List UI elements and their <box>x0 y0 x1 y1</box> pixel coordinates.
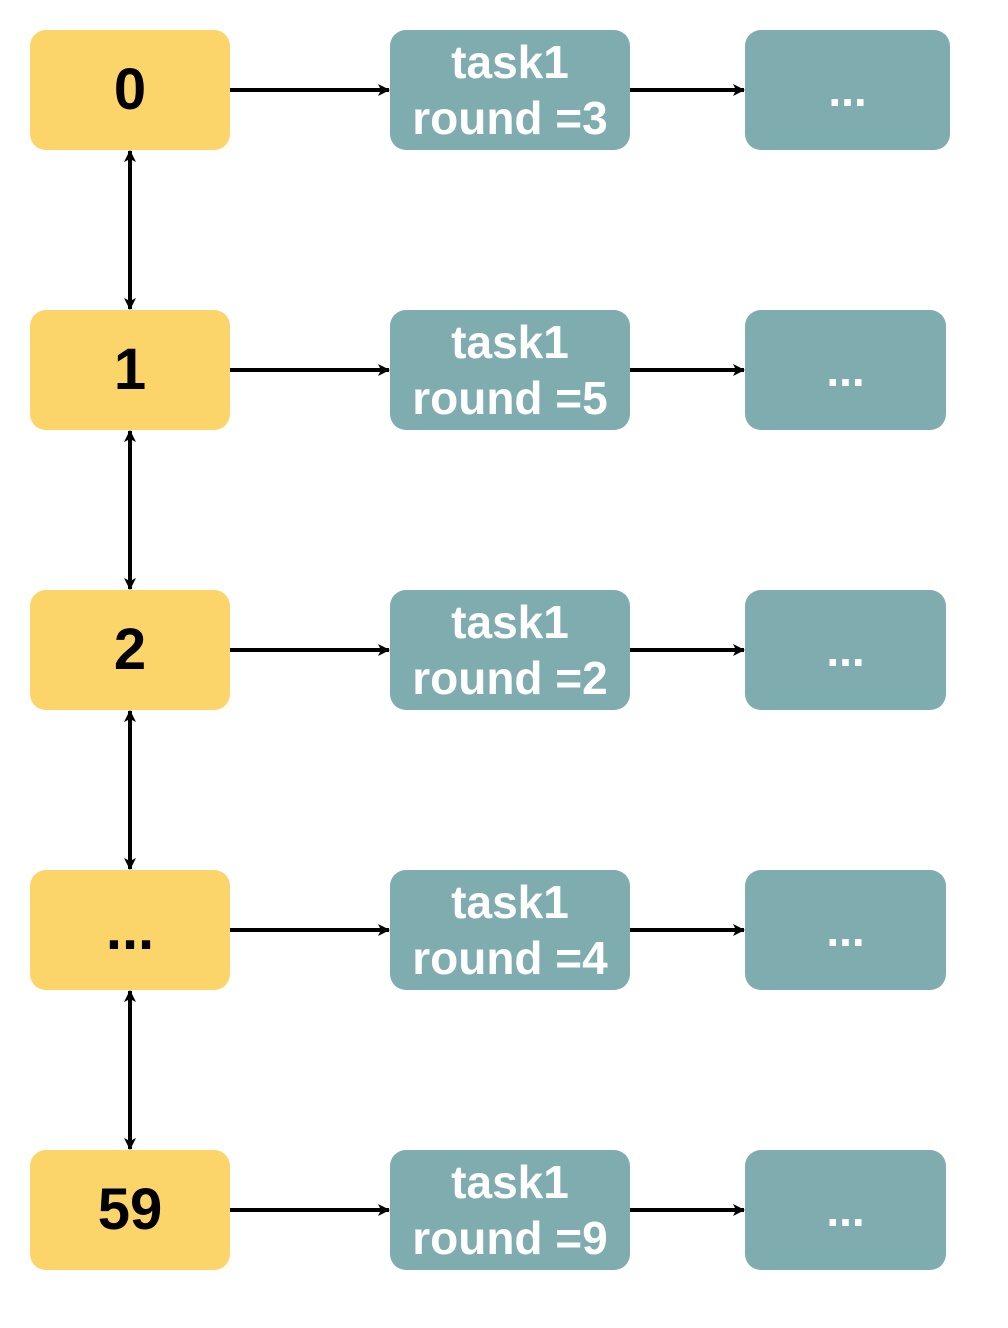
task-name: task1 <box>451 36 569 88</box>
task-round: round =9 <box>412 1212 608 1264</box>
next-task-box: ... <box>745 870 946 990</box>
task-round: round =3 <box>412 92 608 144</box>
ellipsis-label: ... <box>826 904 865 956</box>
slot-box: ... <box>30 870 230 990</box>
next-task-box: ... <box>745 590 946 710</box>
ellipsis-label: ... <box>828 64 867 116</box>
task-name: task1 <box>451 1156 569 1208</box>
task-box: task1 round =9 <box>390 1150 630 1270</box>
slot-label: 0 <box>113 57 147 122</box>
task-round: round =4 <box>412 932 608 984</box>
slot-box: 1 <box>30 310 230 430</box>
task-name: task1 <box>451 316 569 368</box>
task-box: task1 round =3 <box>390 30 630 150</box>
ellipsis-label: ... <box>826 624 865 676</box>
slot-label: ... <box>105 897 155 962</box>
ellipsis-label: ... <box>826 1184 865 1236</box>
slot-label: 2 <box>113 617 147 682</box>
task-box: task1 round =5 <box>390 310 630 430</box>
next-task-box: ... <box>745 1150 946 1270</box>
next-task-box: ... <box>745 310 946 430</box>
task-name: task1 <box>451 596 569 648</box>
slot-label: 59 <box>97 1177 163 1242</box>
slot-label: 1 <box>113 337 147 402</box>
ellipsis-label: ... <box>826 344 865 396</box>
slot-box: 0 <box>30 30 230 150</box>
task-name: task1 <box>451 876 569 928</box>
task-round: round =5 <box>412 372 608 424</box>
task-round: round =2 <box>412 652 608 704</box>
task-box: task1 round =4 <box>390 870 630 990</box>
slot-box: 2 <box>30 590 230 710</box>
task-box: task1 round =2 <box>390 590 630 710</box>
next-task-box: ... <box>745 30 950 150</box>
slot-box: 59 <box>30 1150 230 1270</box>
timing-wheel-diagram: 0 task1 round =3 ... 1 task1 round =5 ..… <box>0 0 1008 1328</box>
